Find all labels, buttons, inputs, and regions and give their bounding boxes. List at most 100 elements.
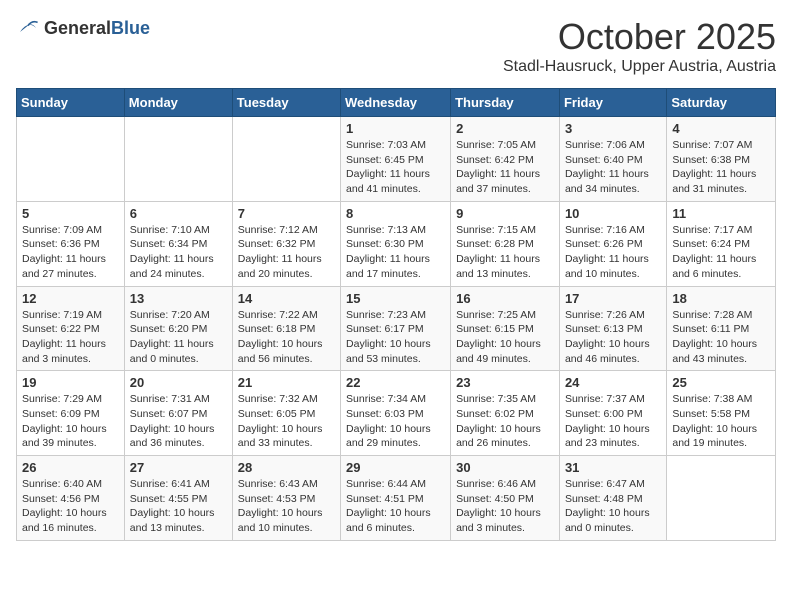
calendar-cell: 14Sunrise: 7:22 AM Sunset: 6:18 PM Dayli… — [232, 286, 340, 371]
title-area: October 2025 Stadl-Hausruck, Upper Austr… — [503, 16, 776, 76]
calendar-cell: 31 Sunrise: 6:47 AM Sunset: 4:48 PM Dayli… — [559, 456, 666, 541]
calendar-cell: 8 Sunrise: 7:13 AM Sunset: 6:30 PM Daylig… — [341, 201, 451, 286]
calendar-cell: 24 Sunrise: 7:37 AM Sunset: 6:00 PM Dayli… — [559, 371, 666, 456]
day-info: Sunrise: 7:05 AM Sunset: 6:42 PM Dayligh… — [456, 138, 554, 197]
day-number: 27 — [130, 460, 227, 475]
calendar-cell: 6 Sunrise: 7:10 AM Sunset: 6:34 PM Daylig… — [124, 201, 232, 286]
calendar-cell: 22 Sunrise: 7:34 AM Sunset: 6:03 PM Dayli… — [341, 371, 451, 456]
day-number: 31 — [565, 460, 661, 475]
week-row-2: 5 Sunrise: 7:09 AM Sunset: 6:36 PM Daylig… — [17, 201, 776, 286]
day-number: 5 — [22, 206, 119, 221]
calendar-cell: 1 Sunrise: 7:03 AM Sunset: 6:45 PM Daylig… — [341, 117, 451, 202]
day-number: 1 — [346, 121, 445, 136]
weekday-header-saturday: Saturday — [667, 89, 776, 117]
day-info: Sunrise: 7:19 AM Sunset: 6:22 PM Dayligh… — [22, 308, 119, 367]
page-header: GeneralBlue October 2025 Stadl-Hausruck,… — [16, 16, 776, 76]
day-info: Sunrise: 6:47 AM Sunset: 4:48 PM Dayligh… — [565, 477, 661, 536]
logo-icon — [16, 16, 40, 40]
day-number: 13 — [130, 291, 227, 306]
calendar-cell: 19 Sunrise: 7:29 AM Sunset: 6:09 PM Dayli… — [17, 371, 125, 456]
day-info: Sunrise: 7:37 AM Sunset: 6:00 PM Dayligh… — [565, 392, 661, 451]
day-info: Sunrise: 7:07 AM Sunset: 6:38 PM Dayligh… — [672, 138, 770, 197]
calendar: SundayMondayTuesdayWednesdayThursdayFrid… — [16, 88, 776, 541]
week-row-1: 1 Sunrise: 7:03 AM Sunset: 6:45 PM Daylig… — [17, 117, 776, 202]
calendar-cell: 9 Sunrise: 7:15 AM Sunset: 6:28 PM Daylig… — [451, 201, 560, 286]
calendar-cell: 20 Sunrise: 7:31 AM Sunset: 6:07 PM Dayli… — [124, 371, 232, 456]
logo-blue: Blue — [111, 18, 150, 38]
day-info: Sunrise: 7:25 AM Sunset: 6:15 PM Dayligh… — [456, 308, 554, 367]
day-info: Sunrise: 7:10 AM Sunset: 6:34 PM Dayligh… — [130, 223, 227, 282]
calendar-cell: 16Sunrise: 7:25 AM Sunset: 6:15 PM Dayli… — [451, 286, 560, 371]
week-row-3: 12Sunrise: 7:19 AM Sunset: 6:22 PM Dayli… — [17, 286, 776, 371]
weekday-header-friday: Friday — [559, 89, 666, 117]
logo: GeneralBlue — [16, 16, 150, 40]
day-number: 10 — [565, 206, 661, 221]
day-info: Sunrise: 7:29 AM Sunset: 6:09 PM Dayligh… — [22, 392, 119, 451]
day-number: 19 — [22, 375, 119, 390]
calendar-cell: 21Sunrise: 7:32 AM Sunset: 6:05 PM Dayli… — [232, 371, 340, 456]
calendar-cell: 10 Sunrise: 7:16 AM Sunset: 6:26 PM Dayli… — [559, 201, 666, 286]
day-number: 25 — [672, 375, 770, 390]
calendar-cell: 30Sunrise: 6:46 AM Sunset: 4:50 PM Dayli… — [451, 456, 560, 541]
day-info: Sunrise: 7:28 AM Sunset: 6:11 PM Dayligh… — [672, 308, 770, 367]
calendar-cell: 4Sunrise: 7:07 AM Sunset: 6:38 PM Daylig… — [667, 117, 776, 202]
day-info: Sunrise: 6:40 AM Sunset: 4:56 PM Dayligh… — [22, 477, 119, 536]
day-number: 3 — [565, 121, 661, 136]
day-number: 11 — [672, 206, 770, 221]
calendar-cell: 27 Sunrise: 6:41 AM Sunset: 4:55 PM Dayli… — [124, 456, 232, 541]
day-info: Sunrise: 7:13 AM Sunset: 6:30 PM Dayligh… — [346, 223, 445, 282]
day-info: Sunrise: 7:03 AM Sunset: 6:45 PM Dayligh… — [346, 138, 445, 197]
day-info: Sunrise: 7:15 AM Sunset: 6:28 PM Dayligh… — [456, 223, 554, 282]
day-number: 8 — [346, 206, 445, 221]
calendar-cell: 23 Sunrise: 7:35 AM Sunset: 6:02 PM Dayli… — [451, 371, 560, 456]
calendar-cell — [232, 117, 340, 202]
week-row-4: 19 Sunrise: 7:29 AM Sunset: 6:09 PM Dayli… — [17, 371, 776, 456]
day-info: Sunrise: 7:12 AM Sunset: 6:32 PM Dayligh… — [238, 223, 335, 282]
calendar-cell: 15 Sunrise: 7:23 AM Sunset: 6:17 PM Dayli… — [341, 286, 451, 371]
day-number: 21 — [238, 375, 335, 390]
day-number: 26 — [22, 460, 119, 475]
calendar-cell: 11 Sunrise: 7:17 AM Sunset: 6:24 PM Dayli… — [667, 201, 776, 286]
day-info: Sunrise: 7:34 AM Sunset: 6:03 PM Dayligh… — [346, 392, 445, 451]
day-number: 15 — [346, 291, 445, 306]
day-number: 9 — [456, 206, 554, 221]
day-info: Sunrise: 6:44 AM Sunset: 4:51 PM Dayligh… — [346, 477, 445, 536]
calendar-cell: 18 Sunrise: 7:28 AM Sunset: 6:11 PM Dayli… — [667, 286, 776, 371]
day-info: Sunrise: 7:06 AM Sunset: 6:40 PM Dayligh… — [565, 138, 661, 197]
calendar-cell: 26 Sunrise: 6:40 AM Sunset: 4:56 PM Dayli… — [17, 456, 125, 541]
day-info: Sunrise: 7:35 AM Sunset: 6:02 PM Dayligh… — [456, 392, 554, 451]
day-info: Sunrise: 7:23 AM Sunset: 6:17 PM Dayligh… — [346, 308, 445, 367]
day-info: Sunrise: 7:22 AM Sunset: 6:18 PM Dayligh… — [238, 308, 335, 367]
calendar-cell — [667, 456, 776, 541]
day-info: Sunrise: 7:20 AM Sunset: 6:20 PM Dayligh… — [130, 308, 227, 367]
day-info: Sunrise: 6:43 AM Sunset: 4:53 PM Dayligh… — [238, 477, 335, 536]
day-info: Sunrise: 7:26 AM Sunset: 6:13 PM Dayligh… — [565, 308, 661, 367]
week-row-5: 26 Sunrise: 6:40 AM Sunset: 4:56 PM Dayli… — [17, 456, 776, 541]
day-info: Sunrise: 6:46 AM Sunset: 4:50 PM Dayligh… — [456, 477, 554, 536]
day-info: Sunrise: 7:16 AM Sunset: 6:26 PM Dayligh… — [565, 223, 661, 282]
logo-wordmark: GeneralBlue — [44, 18, 150, 39]
weekday-header-thursday: Thursday — [451, 89, 560, 117]
day-number: 23 — [456, 375, 554, 390]
calendar-cell — [17, 117, 125, 202]
day-number: 6 — [130, 206, 227, 221]
day-info: Sunrise: 7:09 AM Sunset: 6:36 PM Dayligh… — [22, 223, 119, 282]
calendar-cell: 29 Sunrise: 6:44 AM Sunset: 4:51 PM Dayli… — [341, 456, 451, 541]
calendar-cell: 17 Sunrise: 7:26 AM Sunset: 6:13 PM Dayli… — [559, 286, 666, 371]
day-number: 18 — [672, 291, 770, 306]
weekday-header-sunday: Sunday — [17, 89, 125, 117]
day-number: 28 — [238, 460, 335, 475]
day-number: 2 — [456, 121, 554, 136]
subtitle: Stadl-Hausruck, Upper Austria, Austria — [503, 58, 776, 76]
day-info: Sunrise: 6:41 AM Sunset: 4:55 PM Dayligh… — [130, 477, 227, 536]
day-number: 22 — [346, 375, 445, 390]
day-number: 17 — [565, 291, 661, 306]
day-number: 24 — [565, 375, 661, 390]
day-info: Sunrise: 7:17 AM Sunset: 6:24 PM Dayligh… — [672, 223, 770, 282]
logo-general: General — [44, 18, 111, 38]
month-title: October 2025 — [503, 16, 776, 58]
day-number: 29 — [346, 460, 445, 475]
day-info: Sunrise: 7:31 AM Sunset: 6:07 PM Dayligh… — [130, 392, 227, 451]
day-number: 20 — [130, 375, 227, 390]
weekday-header-monday: Monday — [124, 89, 232, 117]
